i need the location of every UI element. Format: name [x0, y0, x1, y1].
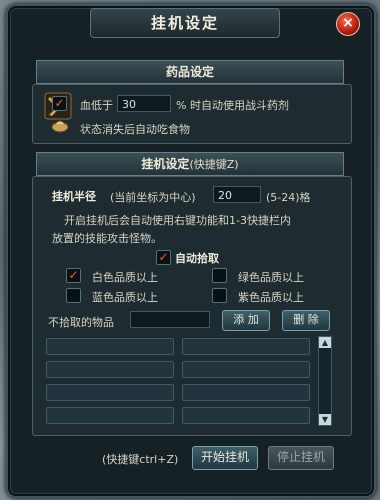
auto-pickup-checkbox[interactable]: ✓	[156, 250, 171, 265]
idle-section-header: 挂机设定(快捷键Z)	[36, 152, 344, 176]
potion-header-label: 药品设定	[165, 65, 214, 79]
auto-food-label: 状态消失后自动吃食物	[80, 123, 190, 136]
exclude-item-label: 不拾取的物品	[48, 316, 114, 329]
start-idle-button[interactable]: 开始挂机	[192, 446, 258, 470]
idle-header-label: 挂机设定	[141, 157, 190, 171]
food-icon	[50, 116, 70, 137]
exclude-list-slot[interactable]	[182, 338, 310, 355]
exclude-item-input[interactable]	[130, 311, 210, 328]
white-quality-checkbox[interactable]: ✓	[66, 268, 81, 283]
exclude-list-slot[interactable]	[46, 361, 174, 378]
idle-description-line1: 开启挂机后会自动使用右键功能和1-3快捷栏内	[64, 214, 291, 227]
white-quality-label: 白色品质以上	[92, 271, 158, 284]
exclude-list-slot[interactable]	[182, 384, 310, 401]
exclude-list-slot[interactable]	[46, 384, 174, 401]
stop-idle-button[interactable]: 停止挂机	[268, 446, 334, 470]
blue-quality-label: 蓝色品质以上	[92, 291, 158, 304]
close-icon[interactable]: ×	[336, 12, 360, 36]
hp-potion-checkbox[interactable]: ✓	[52, 96, 67, 111]
exclude-list-slot[interactable]	[182, 407, 310, 424]
hp-threshold-input[interactable]: 30	[117, 95, 171, 112]
hp-threshold-prefix: 血低于	[80, 99, 113, 112]
blue-quality-checkbox[interactable]	[66, 288, 81, 303]
idle-description-line2: 放置的技能攻击怪物。	[52, 232, 162, 245]
exclude-list-slot[interactable]	[182, 361, 310, 378]
radius-label: 挂机半径	[52, 190, 96, 203]
window-title: 挂机设定	[90, 8, 280, 38]
exclude-list-slot[interactable]	[46, 338, 174, 355]
potion-section-header: 药品设定	[36, 60, 344, 84]
purple-quality-label: 紫色品质以上	[238, 291, 304, 304]
scroll-down-icon[interactable]: ▼	[319, 414, 331, 425]
scroll-up-icon[interactable]: ▲	[319, 337, 331, 348]
radius-input[interactable]: 20	[213, 186, 261, 203]
start-hotkey-hint: (快捷键ctrl+Z)	[102, 453, 179, 466]
green-quality-checkbox[interactable]	[212, 268, 227, 283]
exclude-list-scrollbar[interactable]: ▲ ▼	[318, 336, 332, 426]
exclude-list-slot[interactable]	[46, 407, 174, 424]
green-quality-label: 绿色品质以上	[238, 271, 304, 284]
radius-hint: (当前坐标为中心)	[110, 191, 196, 204]
hp-threshold-suffix: % 时自动使用战斗药剂	[176, 99, 289, 112]
delete-button[interactable]: 删 除	[282, 310, 330, 331]
auto-pickup-label: 自动拾取	[175, 252, 219, 265]
purple-quality-checkbox[interactable]	[212, 288, 227, 303]
radius-range: (5-24)格	[266, 191, 311, 204]
idle-header-hotkey: (快捷键Z)	[189, 158, 239, 171]
add-button[interactable]: 添 加	[222, 310, 270, 331]
